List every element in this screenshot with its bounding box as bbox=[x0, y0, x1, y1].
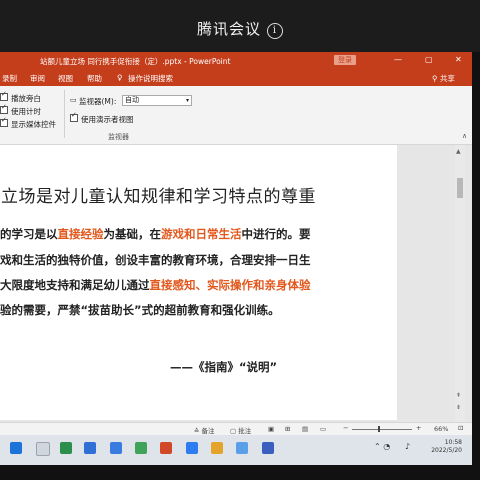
meeting-title: 腾讯会议 i bbox=[0, 18, 480, 39]
checkbox-box[interactable] bbox=[0, 90, 8, 101]
slide-text-line: 戏和生活的独特价值，创设丰富的教育环境，合理安排一日生 bbox=[0, 252, 311, 268]
presenter-view-checkbox[interactable]: 使用演示者视图 bbox=[70, 111, 134, 125]
info-icon[interactable]: i bbox=[267, 23, 283, 39]
tab-help[interactable]: 帮助 bbox=[87, 73, 102, 84]
normal-view-icon[interactable]: ▣ bbox=[268, 425, 274, 433]
highlighted-text: 游戏和日常生活 bbox=[161, 227, 242, 241]
ribbon-tabs: 录制 审阅 视图 帮助 ♀ 操作说明搜索 ⚲ 共享 bbox=[0, 69, 472, 86]
text-run: 大限度地支持和满足幼儿通过 bbox=[0, 278, 150, 292]
zoom-slider-thumb[interactable] bbox=[378, 426, 380, 432]
tray-network-icon[interactable]: ⌃ ◔ bbox=[374, 442, 390, 451]
slide-heading: 立场是对儿童认知规律和学习特点的尊重 bbox=[1, 187, 316, 207]
share-label: 共享 bbox=[439, 74, 455, 83]
scroll-up-icon[interactable]: ▲ bbox=[456, 148, 461, 155]
slide-text-line: 的学习是以直接经验为基础，在游戏和日常生活中进行的。要 bbox=[0, 226, 311, 242]
powerpoint-icon[interactable] bbox=[160, 442, 172, 454]
tray-volume-icon[interactable]: ♪ bbox=[405, 442, 410, 451]
folder-icon[interactable] bbox=[211, 442, 223, 454]
app-icon[interactable] bbox=[262, 442, 274, 454]
chevron-down-icon: ▾ bbox=[185, 97, 189, 104]
zoom-in-icon[interactable]: + bbox=[416, 424, 421, 432]
checkbox-label: 播放旁白 bbox=[11, 94, 41, 103]
text-run: 为基础，在 bbox=[103, 227, 162, 241]
screen-edge bbox=[472, 52, 480, 465]
lightbulb-icon: ♀ bbox=[117, 73, 123, 82]
comments-button[interactable]: ▢ 批注 bbox=[230, 425, 251, 435]
meeting-title-text: 腾讯会议 bbox=[196, 20, 261, 38]
comments-label: 批注 bbox=[238, 427, 252, 435]
minimize-icon[interactable]: — bbox=[394, 55, 402, 64]
screen-edge bbox=[0, 465, 480, 480]
monitor-value: 自动 bbox=[125, 96, 139, 104]
monitor-label: 监视器(M): bbox=[79, 97, 117, 106]
search-icon[interactable] bbox=[36, 442, 50, 456]
windows-start-icon[interactable] bbox=[10, 442, 22, 454]
share-button[interactable]: ⚲ 共享 bbox=[432, 73, 455, 84]
slide-text-line: 大限度地支持和满足幼儿通过直接感知、实际操作和亲身体验 bbox=[0, 277, 311, 293]
ppt-window-title: 站额儿童立场 同行携手促衔接（定）.pptx - PowerPoint bbox=[40, 57, 231, 66]
app-icon[interactable] bbox=[135, 442, 147, 454]
tab-record[interactable]: 录制 bbox=[2, 73, 17, 84]
share-icon: ⚲ bbox=[432, 74, 440, 83]
zoom-out-icon[interactable]: − bbox=[343, 424, 348, 432]
checkbox-label: 使用演示者视图 bbox=[81, 115, 134, 124]
tab-view[interactable]: 视图 bbox=[58, 73, 73, 84]
text-run: 戏和生活的独特价值，创设丰富的教育环境，合理安排一日生 bbox=[0, 253, 311, 267]
monitor-icon: ▭ bbox=[70, 96, 77, 104]
checkbox-label: 显示媒体控件 bbox=[11, 120, 56, 129]
monitor-select[interactable]: 自动 ▾ bbox=[122, 95, 192, 106]
prev-slide-icon[interactable]: ⇞ bbox=[456, 392, 461, 399]
close-icon[interactable]: ✕ bbox=[455, 55, 462, 64]
monitor-group-label: 监视器 bbox=[108, 133, 129, 141]
zoom-level[interactable]: 66% bbox=[434, 425, 448, 433]
checkbox-label: 使用计时 bbox=[11, 107, 41, 116]
notes-button[interactable]: ≙ 备注 bbox=[194, 425, 215, 435]
quote-attribution: ——《指南》“说明” bbox=[170, 360, 278, 374]
fit-slide-icon[interactable]: ⊡ bbox=[458, 424, 463, 432]
slide-text-line: 验的需要，严禁“拔苗助长”式的超前教育和强化训练。 bbox=[0, 302, 280, 318]
slideshow-view-icon[interactable]: ▭ bbox=[320, 425, 326, 433]
maximize-icon[interactable]: ▢ bbox=[425, 55, 433, 64]
checkbox-box[interactable] bbox=[0, 116, 8, 127]
zoom-slider[interactable] bbox=[352, 429, 412, 430]
checkbox-box[interactable] bbox=[70, 111, 78, 122]
ppt-title-bar: 站额儿童立场 同行携手促衔接（定）.pptx - PowerPoint 登录 —… bbox=[0, 52, 472, 69]
group-divider bbox=[64, 90, 65, 138]
highlighted-text: 直接经验 bbox=[57, 227, 104, 241]
reading-view-icon[interactable]: ▤ bbox=[302, 425, 308, 433]
media-controls-checkbox[interactable]: 显示媒体控件 bbox=[0, 116, 56, 130]
tab-review[interactable]: 审阅 bbox=[30, 73, 45, 84]
app-icon[interactable] bbox=[110, 442, 122, 454]
browser-icon[interactable] bbox=[84, 442, 96, 454]
login-button[interactable]: 登录 bbox=[334, 55, 356, 65]
sorter-view-icon[interactable]: ⊞ bbox=[285, 425, 290, 433]
clock-date: 2022/5/20 bbox=[431, 447, 462, 454]
text-run: 的学习是以 bbox=[0, 227, 58, 241]
search-tell-me[interactable]: 操作说明搜索 bbox=[128, 73, 173, 84]
ribbon-panel: 播放旁白 使用计时 显示媒体控件 ▭ 监视器(M): 自动 ▾ 使用演示者视图 监… bbox=[0, 86, 472, 145]
notes-label: 备注 bbox=[201, 427, 215, 435]
scrollbar-thumb[interactable] bbox=[457, 178, 463, 198]
clock-time: 10:58 bbox=[444, 439, 462, 446]
app-icon[interactable] bbox=[236, 442, 248, 454]
collapse-ribbon-icon[interactable]: ∧ bbox=[462, 132, 467, 140]
app-icon[interactable] bbox=[60, 442, 72, 454]
next-slide-icon[interactable]: ⇟ bbox=[456, 404, 461, 411]
text-run: 中进行的。要 bbox=[241, 227, 311, 241]
text-run: 验的需要，严禁“拔苗助长”式的超前教育和强化训练。 bbox=[0, 303, 280, 317]
highlighted-text: 直接感知、实际操作和亲身体验 bbox=[149, 278, 311, 292]
status-bar: ≙ 备注 ▢ 批注 ▣ ⊞ ▤ ▭ − + 66% ⊡ bbox=[0, 422, 472, 436]
checkbox-box[interactable] bbox=[0, 103, 8, 114]
taskbar-clock[interactable]: 10:58 2022/5/20 bbox=[428, 439, 462, 455]
tencent-meeting-icon[interactable] bbox=[186, 442, 198, 454]
